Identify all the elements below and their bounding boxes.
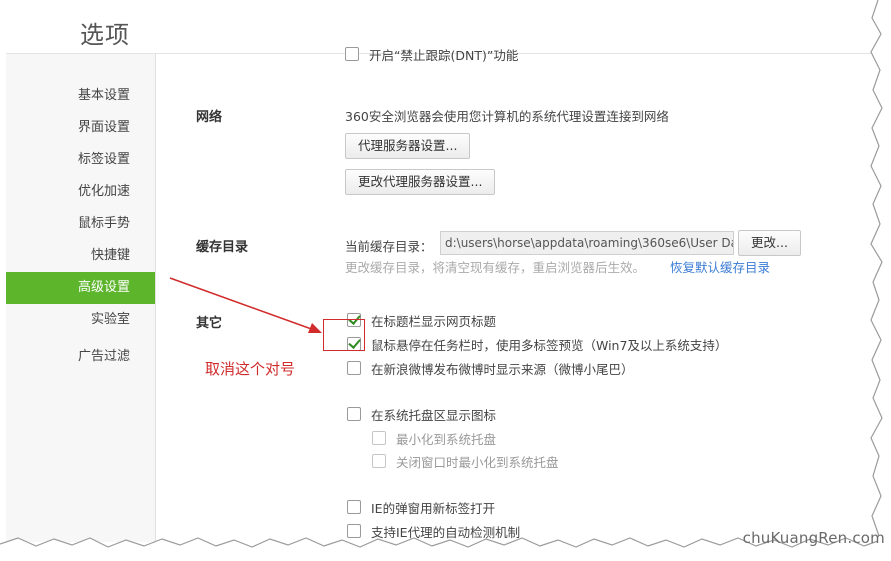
sidebar-item-tabs[interactable]: 标签设置 [6,144,155,176]
label-ie-popup-tab: IE的弹窗用新标签打开 [371,500,496,516]
restore-cache-link[interactable]: 恢复默认缓存目录 [670,257,770,276]
checkbox-tray-icon[interactable] [347,407,361,421]
network-section-label: 网络 [196,110,223,125]
options-window: 选项 基本设置 界面设置 标签设置 优化加速 鼠标手势 快捷键 高级设置 实验室… [6,6,878,542]
sidebar-item-optimize[interactable]: 优化加速 [6,176,155,208]
change-proxy-button[interactable]: 更改代理服务器设置... [345,169,496,195]
torn-edge-right [870,0,891,561]
sidebar: 基本设置 界面设置 标签设置 优化加速 鼠标手势 快捷键 高级设置 实验室 广告… [6,54,156,542]
sidebar-item-shortcuts[interactable]: 快捷键 [6,240,155,272]
sidebar-item-advanced[interactable]: 高级设置 [6,272,155,304]
proxy-settings-button[interactable]: 代理服务器设置... [345,133,471,159]
option-tray-icon[interactable]: 在系统托盘区显示图标 [347,404,496,424]
option-close-to-tray[interactable]: 关闭窗口时最小化到系统托盘 [372,451,559,471]
cache-path-field[interactable]: d:\users\horse\appdata\roaming\360se6\Us… [440,231,734,255]
other-section-label: 其它 [196,316,223,331]
sidebar-item-basic[interactable]: 基本设置 [6,80,155,112]
sidebar-item-lab[interactable]: 实验室 [6,304,155,336]
dnt-label: 开启“禁止跟踪(DNT)”功能 [369,47,519,63]
option-minimize-to-tray[interactable]: 最小化到系统托盘 [372,428,496,448]
settings-content: 开启“禁止跟踪(DNT)”功能 网络 360安全浏览器会使用您计算机的系统代理设… [156,47,878,542]
checkbox-ie-popup-tab[interactable] [347,500,361,514]
option-ie-popup-tab[interactable]: IE的弹窗用新标签打开 [347,497,495,517]
label-tray-icon: 在系统托盘区显示图标 [371,407,497,423]
window-title: 选项 [80,21,130,49]
label-close-to-tray: 关闭窗口时最小化到系统托盘 [396,454,559,470]
annotation-highlight-box [323,319,365,351]
cache-hint: 更改缓存目录，将清空现有缓存，重启浏览器后生效。 [345,260,646,275]
label-weibo-source: 在新浪微博发布微博时显示来源（微博小尾巴） [371,361,634,377]
sidebar-item-adblock[interactable]: 广告过滤 [6,341,155,373]
cache-section-label: 缓存目录 [196,240,249,255]
cache-current-label: 当前缓存目录： [345,239,433,254]
network-description: 360安全浏览器会使用您计算机的系统代理设置连接到网络 [345,109,669,124]
sidebar-item-mouse-gesture[interactable]: 鼠标手势 [6,208,155,240]
checkbox-close-to-tray[interactable] [372,454,386,468]
dnt-checkbox[interactable] [345,47,359,61]
change-cache-button[interactable]: 更改... [738,230,801,256]
label-minimize-to-tray: 最小化到系统托盘 [396,431,497,447]
label-taskbar-preview: 鼠标悬停在任务栏时，使用多标签预览（Win7及以上系统支持） [371,337,728,353]
watermark: chuKuangRen.com [742,529,885,547]
checkbox-minimize-to-tray[interactable] [372,431,386,445]
option-taskbar-preview[interactable]: 鼠标悬停在任务栏时，使用多标签预览（Win7及以上系统支持） [347,334,727,354]
option-weibo-source[interactable]: 在新浪微博发布微博时显示来源（微博小尾巴） [347,358,634,378]
dnt-option[interactable]: 开启“禁止跟踪(DNT)”功能 [345,44,518,64]
option-show-page-title[interactable]: 在标题栏显示网页标题 [347,310,496,330]
annotation-text: 取消这个对号 [205,360,296,378]
sidebar-item-interface[interactable]: 界面设置 [6,112,155,144]
label-show-page-title: 在标题栏显示网页标题 [371,313,497,329]
checkbox-weibo-source[interactable] [347,361,361,375]
